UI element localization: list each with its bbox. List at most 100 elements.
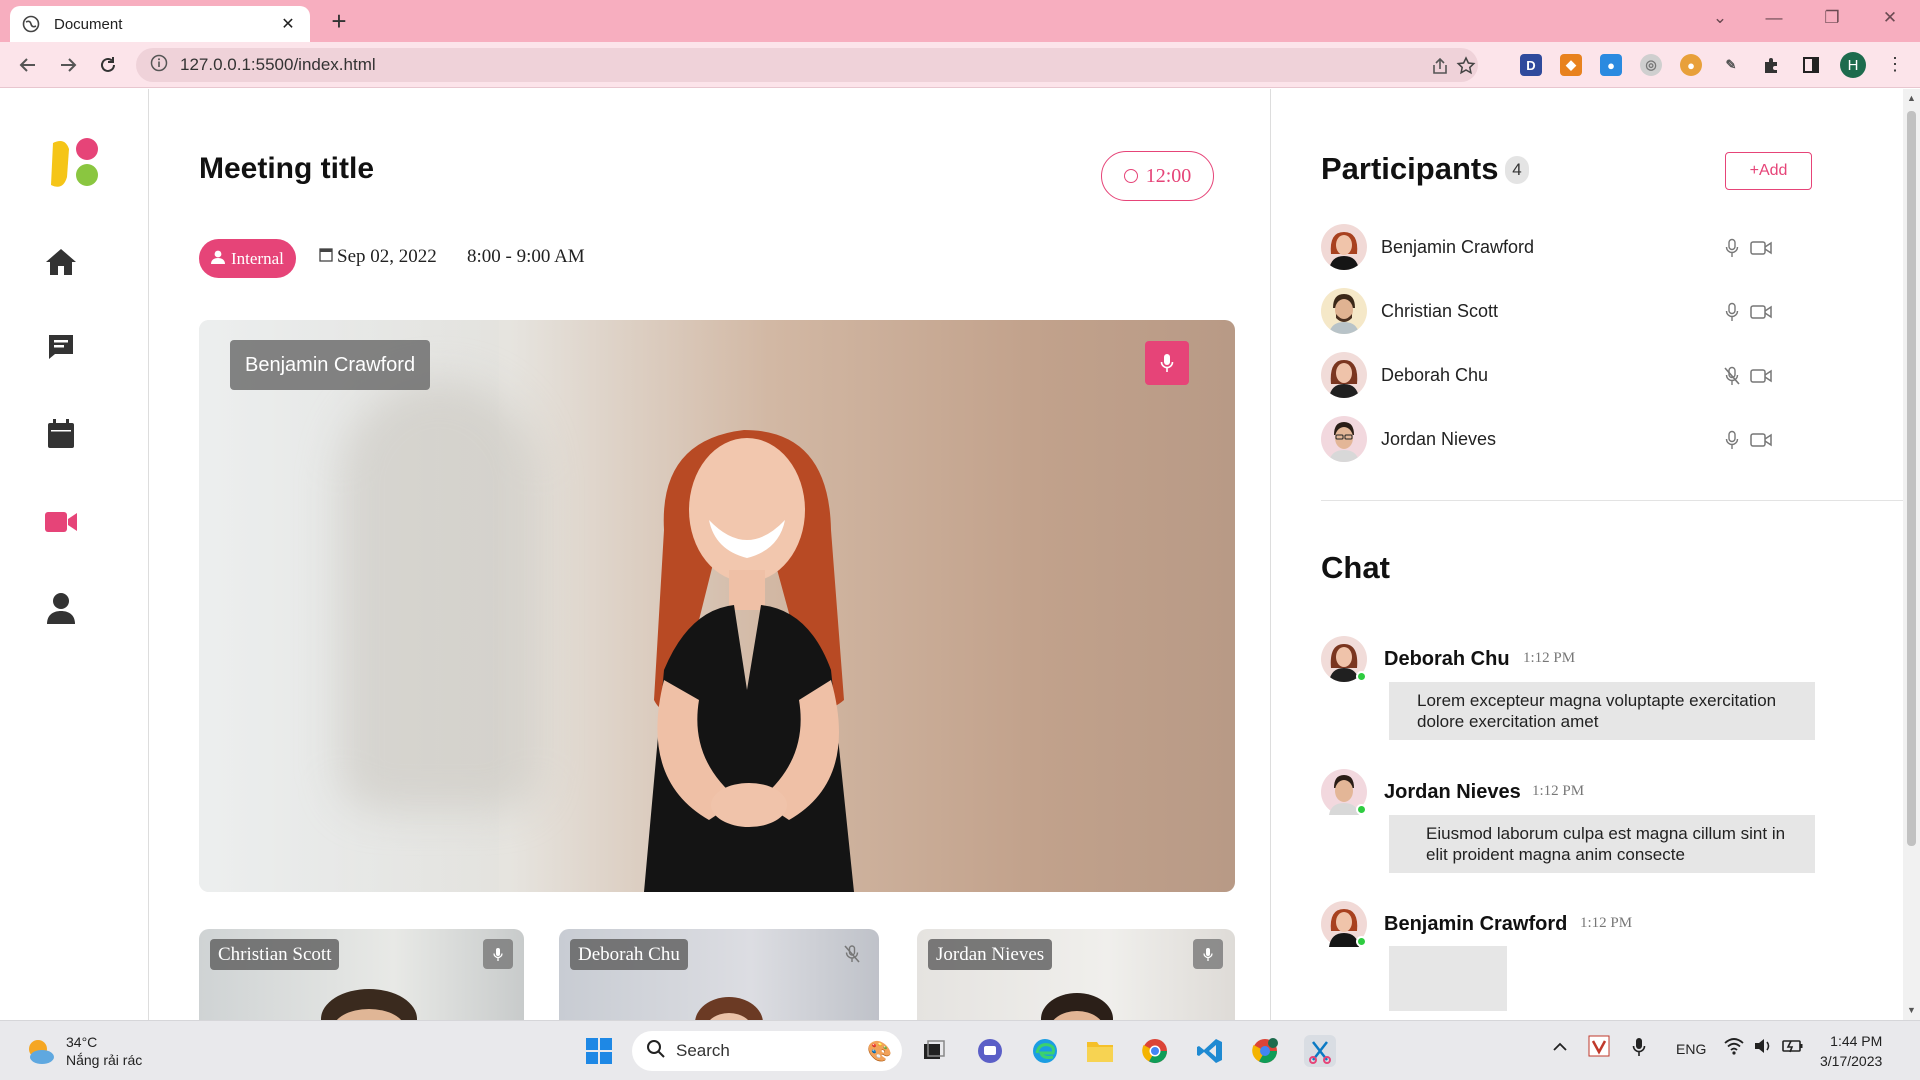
extensions-puzzle-icon[interactable] [1760,54,1782,76]
info-icon[interactable] [150,54,168,77]
teams-chat-icon[interactable] [974,1035,1006,1067]
camera-icon[interactable] [1750,237,1772,259]
mic-icon[interactable] [1721,429,1743,451]
timer-button[interactable]: 12:00 [1101,151,1214,201]
badge-label: Internal [231,248,284,268]
thumbnail-christian-scott[interactable]: Christian Scott [199,929,524,1020]
camera-icon[interactable] [1750,365,1772,387]
share-icon[interactable] [1430,56,1450,76]
speaker-mic-button[interactable] [1145,341,1189,385]
user-icon[interactable] [44,591,78,625]
scroll-up-icon[interactable]: ▲ [1907,93,1916,103]
participant-name: Christian Scott [1381,300,1499,321]
weather-description: Nắng rải rác [66,1052,143,1068]
thumbnail-deborah-chu[interactable]: Deborah Chu [559,929,879,1020]
windows-start-icon[interactable] [583,1035,615,1067]
back-icon[interactable] [16,53,40,77]
add-participant-button[interactable]: +Add [1725,152,1812,190]
video-icon[interactable] [44,505,78,539]
wifi-icon[interactable] [1724,1037,1744,1058]
participants-count-badge: 4 [1505,156,1529,184]
task-view-icon[interactable] [918,1035,950,1067]
vscode-icon[interactable] [1194,1035,1226,1067]
participant-name: Benjamin Crawford [1381,236,1535,257]
volume-icon[interactable] [1753,1037,1773,1058]
scrollbar-thumb[interactable] [1907,111,1916,846]
antivirus-icon[interactable] [1588,1035,1610,1060]
side-panel-icon[interactable] [1800,54,1822,76]
thumbnail-jordan-nieves[interactable]: Jordan Nieves [917,929,1235,1020]
extension-d-icon[interactable]: D [1520,54,1542,76]
reload-icon[interactable] [96,53,120,77]
avatar [1321,288,1367,334]
mic-muted-icon[interactable] [837,939,867,969]
taskbar-clock[interactable]: 1:44 PM 3/17/2023 [1820,1031,1882,1071]
chat-icon[interactable] [44,330,78,364]
camera-icon[interactable] [1750,301,1772,323]
participant-row[interactable]: Christian Scott [1321,288,1781,334]
bookmark-star-icon[interactable] [1456,56,1476,76]
page-scrollbar[interactable]: ▲ ▼ [1903,89,1920,1020]
extension-drop-icon[interactable]: ● [1600,54,1622,76]
chat-timestamp: 1:12 PM [1523,650,1576,666]
cookie-icon[interactable]: ● [1680,54,1702,76]
battery-icon[interactable] [1782,1037,1804,1058]
compass-icon[interactable]: ◎ [1640,54,1662,76]
close-window-button[interactable]: ✕ [1870,8,1910,28]
browser-menu-icon[interactable]: ⋮ [1886,54,1904,75]
chat-avatar [1321,901,1367,947]
restore-button[interactable]: ❐ [1812,8,1852,28]
thumbnail-name-tag: Jordan Nieves [928,939,1053,970]
chat-message-bubble: Lorem excepteur magna voluptapte exercit… [1389,682,1815,740]
weather-widget[interactable]: 34°C Nắng rải rác [24,1033,142,1069]
chrome-profile-icon[interactable] [1249,1035,1281,1067]
mic-icon[interactable] [1721,237,1743,259]
browser-tab[interactable]: Document ✕ [10,6,310,42]
participant-row[interactable]: Deborah Chu [1321,352,1781,398]
chrome-icon[interactable] [1139,1035,1171,1067]
snipping-tool-icon[interactable] [1304,1035,1336,1067]
mic-icon[interactable] [1721,301,1743,323]
weather-sun-cloud-icon [24,1035,56,1067]
omnibox[interactable]: 127.0.0.1:5500/index.html [136,48,1478,82]
home-icon[interactable] [44,245,78,279]
tab-search-icon[interactable]: ⌄ [1700,8,1740,28]
chat-message-bubble [1389,946,1507,1011]
clock-time: 1:44 PM [1830,1033,1883,1049]
main-video[interactable]: Benjamin Crawford [199,320,1235,892]
new-tab-button[interactable]: + [326,8,352,34]
mic-muted-icon[interactable] [1721,365,1743,387]
tab-close-icon[interactable]: ✕ [278,14,298,34]
chat-heading: Chat [1321,550,1390,585]
app-logo [47,135,103,191]
calendar-icon[interactable] [44,417,78,451]
meeting-title: Meeting title [199,152,375,185]
url-text[interactable]: 127.0.0.1:5500/index.html [180,55,376,75]
scroll-down-icon[interactable]: ▼ [1907,1005,1916,1015]
edge-icon[interactable] [1029,1035,1061,1067]
windows-taskbar: 34°C Nắng rải rác Search 🎨 ENG 1:44 PM 3… [0,1020,1920,1080]
weather-temperature: 34°C [66,1034,98,1050]
mic-icon[interactable] [1193,939,1223,969]
chat-sender-name: Deborah Chu [1384,648,1510,670]
mic-icon[interactable] [483,939,513,969]
participant-row[interactable]: Benjamin Crawford [1321,224,1781,270]
file-explorer-icon[interactable] [1084,1035,1116,1067]
online-status-dot [1356,671,1367,682]
avatar [1321,224,1367,270]
taskbar-search[interactable]: Search 🎨 [632,1031,902,1071]
eyedropper-icon[interactable]: ✎ [1720,54,1742,76]
calendar-small-icon [319,246,333,268]
camera-icon[interactable] [1750,429,1772,451]
minimize-button[interactable]: — [1754,8,1794,28]
participant-row[interactable]: Jordan Nieves [1321,416,1781,462]
tray-chevron-icon[interactable] [1552,1039,1568,1055]
microphone-tray-icon[interactable] [1632,1037,1646,1060]
chat-sender-name: Benjamin Crawford [1384,913,1568,935]
profile-avatar[interactable]: H [1840,52,1866,78]
chat-message-bubble: Eiusmod laborum culpa est magna cillum s… [1389,815,1815,873]
language-indicator[interactable]: ENG [1676,1041,1706,1057]
forward-icon[interactable] [56,53,80,77]
metamask-icon[interactable]: ◆ [1560,54,1582,76]
search-highlight-icon: 🎨 [867,1040,892,1063]
